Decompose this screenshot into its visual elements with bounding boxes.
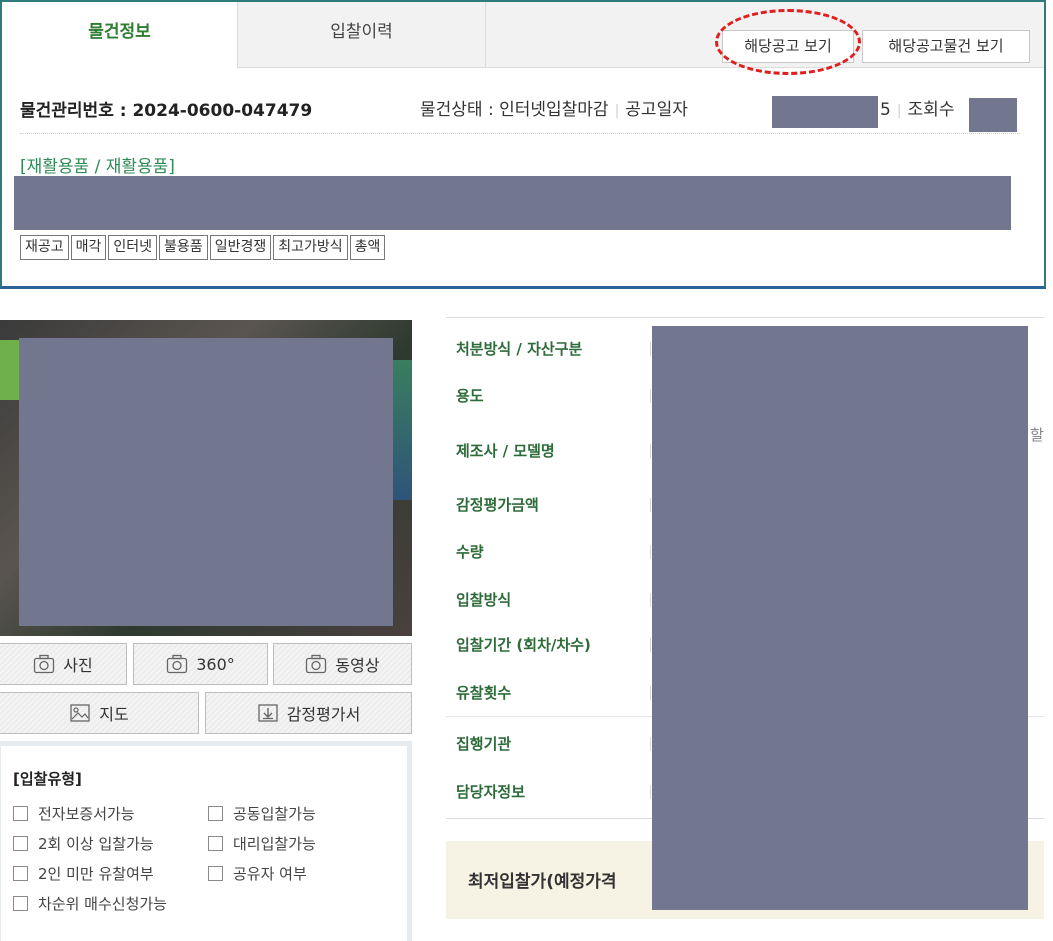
separator bbox=[650, 342, 651, 356]
item-tags: 재공고 매각 인터넷 불용품 일반경쟁 최고가방식 총액 bbox=[20, 235, 386, 260]
checkbox-electronic-guarantee[interactable]: 전자보증서가능 bbox=[13, 803, 135, 824]
checkbox-under-two-failure[interactable]: 2인 미만 유찰여부 bbox=[13, 863, 154, 884]
redacted-photo bbox=[19, 338, 393, 626]
checkbox-box[interactable] bbox=[13, 896, 28, 911]
tag-badge: 인터넷 bbox=[108, 235, 158, 260]
separator bbox=[650, 638, 651, 652]
view-360-button-label: 360° bbox=[196, 654, 235, 674]
tag-badge: 불용품 bbox=[159, 235, 208, 260]
notice-date-tail: 5 | 조회수 bbox=[880, 100, 955, 120]
video-button[interactable]: 동영상 bbox=[273, 643, 412, 685]
separator bbox=[650, 389, 651, 403]
camera-icon bbox=[34, 654, 55, 674]
tab-item-info[interactable]: 물건정보 bbox=[2, 2, 238, 69]
checkbox-box[interactable] bbox=[208, 866, 223, 881]
minimum-bid-label: 최저입찰가(예정가격 bbox=[468, 872, 617, 892]
bid-type-panel: [입찰유형] 전자보증서가능 공동입찰가능 2회 이상 입찰가능 대리입찰가능 … bbox=[0, 741, 412, 941]
separator bbox=[650, 545, 651, 559]
separator: | bbox=[896, 103, 902, 119]
tag-badge: 매각 bbox=[70, 235, 107, 260]
checkbox-box[interactable] bbox=[208, 836, 223, 851]
photo-detail bbox=[0, 340, 20, 400]
camera-icon bbox=[306, 654, 327, 674]
checkbox-box[interactable] bbox=[13, 866, 28, 881]
view-notice-button[interactable]: 해당공고 보기 bbox=[722, 30, 854, 63]
detail-label-manufacturer: 제조사 / 모델명 bbox=[456, 442, 555, 460]
image-icon bbox=[70, 704, 90, 722]
separator bbox=[650, 498, 651, 512]
appraisal-report-button[interactable]: 감정평가서 bbox=[205, 692, 412, 734]
detail-label-failure-count: 유찰횟수 bbox=[456, 684, 512, 702]
management-number: 물건관리번호 : 2024-0600-047479 bbox=[20, 101, 313, 121]
detail-label-quantity: 수량 bbox=[456, 543, 484, 561]
detail-label-contact-info: 담당자정보 bbox=[456, 783, 526, 801]
camera-icon bbox=[167, 654, 188, 674]
notice-date-label: 공고일자 bbox=[625, 100, 688, 120]
photo-button-label: 사진 bbox=[63, 656, 93, 675]
bid-type-title: [입찰유형] bbox=[13, 770, 82, 788]
checkbox-box[interactable] bbox=[13, 806, 28, 821]
redacted-detail-values bbox=[652, 326, 1028, 910]
separator: | bbox=[614, 103, 620, 119]
item-summary-row: 물건관리번호 : 2024-0600-047479 물건상태 : 인터넷입찰마감… bbox=[20, 90, 1020, 134]
map-button-label: 지도 bbox=[99, 705, 129, 724]
tag-badge: 총액 bbox=[349, 235, 386, 260]
detail-label-disposal-method: 처분방식 / 자산구분 bbox=[456, 340, 583, 358]
item-category: [재활용품 / 재활용품] bbox=[20, 157, 175, 177]
photo-button[interactable]: 사진 bbox=[0, 643, 127, 685]
checkbox-joint-bid[interactable]: 공동입찰가능 bbox=[208, 803, 316, 824]
tag-badge: 재공고 bbox=[20, 235, 69, 260]
views-label: 조회수 bbox=[907, 100, 955, 120]
clipped-text: 할 bbox=[1030, 426, 1044, 444]
detail-label-bid-period: 입찰기간 (회차/차수) bbox=[456, 636, 591, 654]
checkbox-co-owner[interactable]: 공유자 여부 bbox=[208, 863, 307, 884]
item-status-line: 물건상태 : 인터넷입찰마감 | 공고일자 bbox=[420, 95, 688, 120]
redacted-notice-date bbox=[772, 96, 878, 128]
map-button[interactable]: 지도 bbox=[0, 692, 199, 734]
checkbox-multiple-bid[interactable]: 2회 이상 입찰가능 bbox=[13, 833, 154, 854]
tag-badge: 일반경쟁 bbox=[209, 235, 272, 260]
item-status: 물건상태 : 인터넷입찰마감 bbox=[420, 100, 609, 120]
detail-label-usage: 용도 bbox=[456, 387, 484, 405]
separator bbox=[650, 444, 651, 458]
video-button-label: 동영상 bbox=[335, 656, 380, 675]
redacted-item-title bbox=[14, 176, 1011, 230]
item-info-panel: 물건정보 입찰이력 해당공고 보기 해당공고물건 보기 물건관리번호 : 202… bbox=[0, 0, 1046, 289]
checkbox-box[interactable] bbox=[13, 836, 28, 851]
checkbox-next-rank-purchase[interactable]: 차순위 매수신청가능 bbox=[13, 893, 167, 914]
separator bbox=[650, 686, 651, 700]
redacted-view-count bbox=[969, 98, 1017, 132]
separator bbox=[650, 785, 651, 799]
separator bbox=[650, 593, 651, 607]
detail-label-bid-method: 입찰방식 bbox=[456, 591, 512, 609]
view-360-button[interactable]: 360° bbox=[133, 643, 268, 685]
checkbox-proxy-bid[interactable]: 대리입찰가능 bbox=[208, 833, 316, 854]
tab-bid-history[interactable]: 입찰이력 bbox=[238, 2, 486, 68]
tag-badge: 최고가방식 bbox=[273, 235, 348, 260]
detail-label-appraisal-amount: 감정평가금액 bbox=[456, 496, 539, 514]
checkbox-box[interactable] bbox=[208, 806, 223, 821]
view-notice-items-button[interactable]: 해당공고물건 보기 bbox=[862, 30, 1030, 63]
separator bbox=[650, 737, 651, 751]
detail-label-executing-agency: 집행기관 bbox=[456, 735, 512, 753]
appraisal-report-button-label: 감정평가서 bbox=[286, 705, 361, 724]
download-icon bbox=[258, 704, 278, 722]
